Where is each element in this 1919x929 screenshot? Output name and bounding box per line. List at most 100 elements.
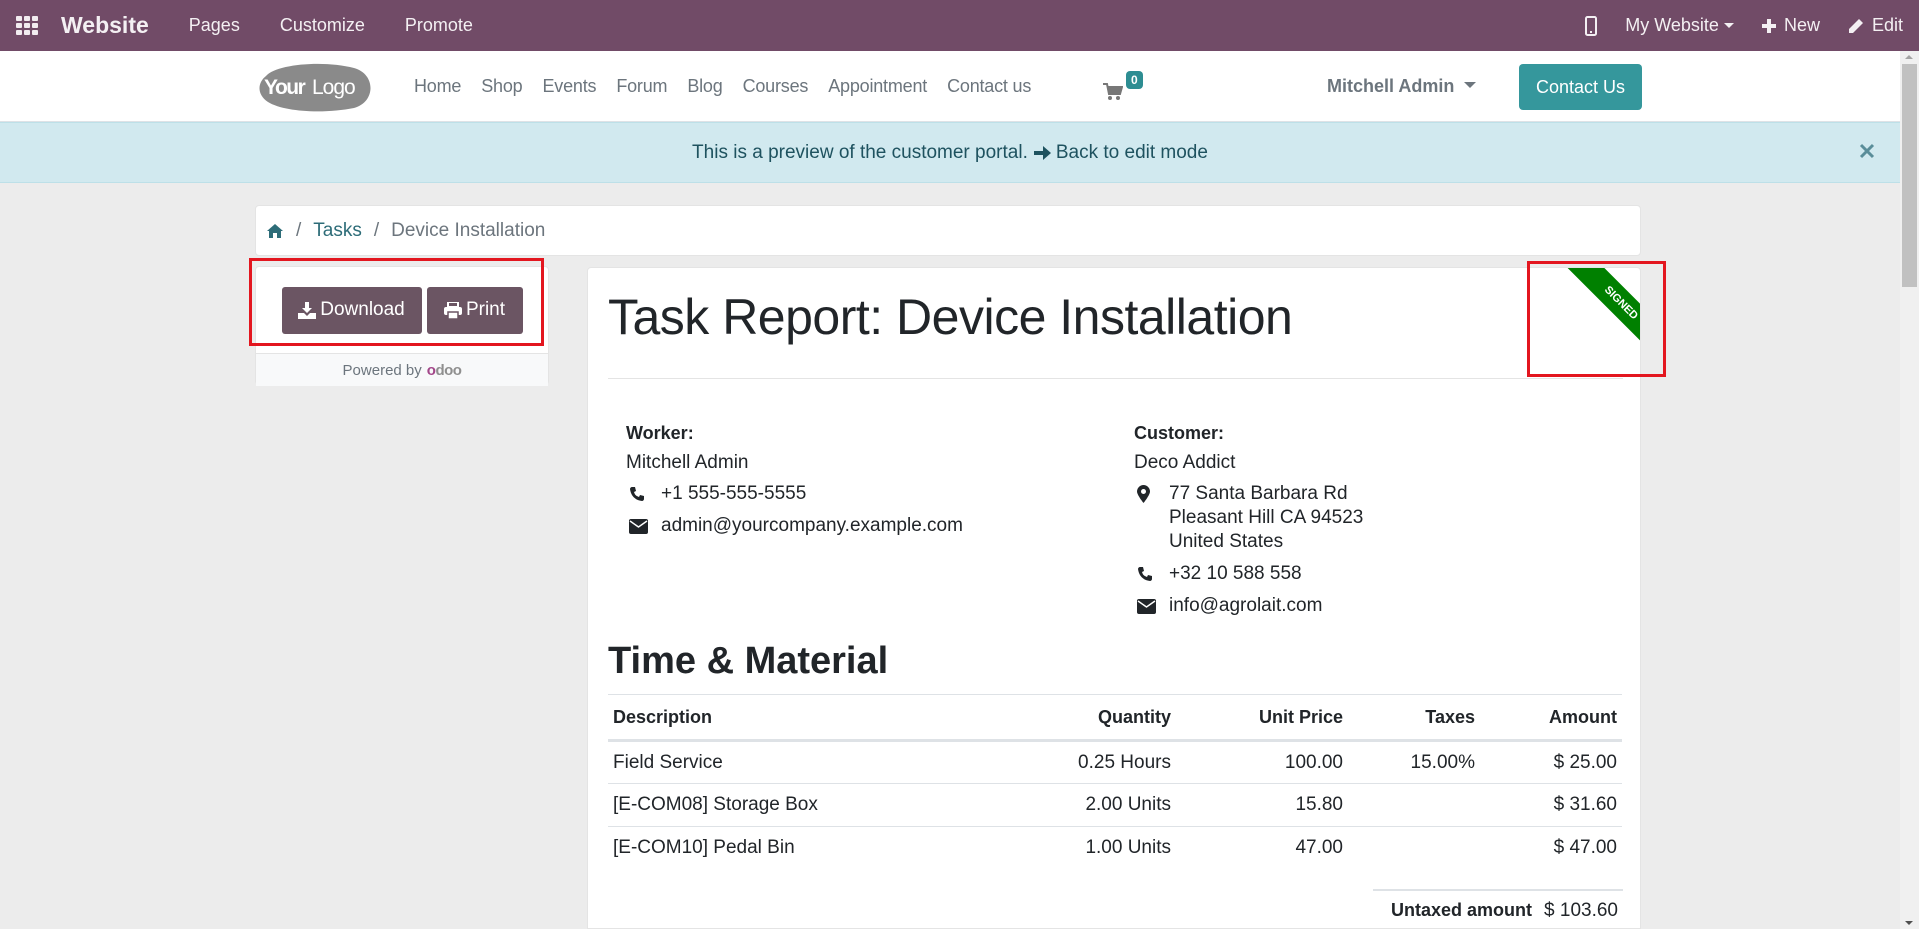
- back-to-edit-link[interactable]: Back to edit mode: [1033, 141, 1208, 164]
- cell-quantity: 1.00 Units: [1085, 837, 1171, 859]
- site-logo[interactable]: Your Logo: [254, 62, 374, 112]
- menu-pages[interactable]: Pages: [189, 15, 240, 36]
- highlight-box-actions: [249, 258, 544, 346]
- cart-button[interactable]: 0: [1100, 69, 1150, 109]
- nav-contact-us[interactable]: Contact us: [947, 76, 1031, 97]
- highlight-box-signed: [1527, 261, 1666, 377]
- col-taxes: Taxes: [1348, 694, 1480, 742]
- customer-info: Customer: Deco Addict 77 Santa Barbara R…: [1134, 423, 1363, 626]
- table-header-row: Description Quantity Unit Price Taxes Am…: [608, 694, 1622, 742]
- report-title: Task Report: Device Installation: [608, 289, 1293, 345]
- nav-home[interactable]: Home: [414, 76, 461, 97]
- website-switcher-label: My Website: [1625, 15, 1719, 35]
- table-row: [E-COM10] Pedal Bin 1.00 Units 47.00 $ 4…: [608, 827, 1622, 870]
- customer-email: info@agrolait.com: [1169, 595, 1323, 616]
- breadcrumb-current: Device Installation: [391, 219, 546, 241]
- customer-address: 77 Santa Barbara Rd Pleasant Hill CA 945…: [1169, 482, 1363, 554]
- cell-unit-price: 15.80: [1176, 783, 1348, 827]
- address-line: Pleasant Hill CA 94523: [1169, 507, 1364, 528]
- pencil-icon: [1848, 18, 1863, 33]
- time-material-table: Description Quantity Unit Price Taxes Am…: [608, 694, 1622, 870]
- user-menu[interactable]: Mitchell Admin: [1327, 51, 1477, 122]
- section-title: Time & Material: [608, 640, 889, 682]
- odoo-logo[interactable]: odoo: [427, 362, 462, 379]
- scrollbar-thumb[interactable]: [1902, 64, 1917, 287]
- website-header: Your Logo Home Shop Events Forum Blog Co…: [0, 51, 1900, 122]
- cell-amount: $ 31.60: [1480, 783, 1622, 827]
- cart-icon: [1103, 83, 1123, 100]
- plus-icon: [1761, 18, 1776, 33]
- address-line: United States: [1169, 531, 1284, 552]
- cell-quantity: 2.00 Units: [1026, 783, 1176, 827]
- worker-info: Worker: Mitchell Admin +1 555-555-5555 a…: [626, 423, 963, 546]
- cell-quantity: 0.25 Hours: [1026, 740, 1176, 784]
- cell-taxes: [1348, 783, 1480, 827]
- admin-topbar: Website Pages Customize Promote My Websi…: [0, 0, 1919, 51]
- menu-customize[interactable]: Customize: [280, 15, 365, 36]
- cell-unit-price: 100.00: [1176, 740, 1348, 784]
- portal-preview-banner: This is a preview of the customer portal…: [0, 122, 1900, 183]
- col-unit-price: Unit Price: [1176, 694, 1348, 742]
- envelope-icon: [629, 518, 648, 534]
- new-button-label: New: [1783, 15, 1820, 35]
- worker-label: Worker:: [626, 423, 694, 443]
- untaxed-label: Untaxed amount: [1391, 900, 1533, 920]
- cell-description: Field Service: [608, 740, 1026, 784]
- arrow-right-icon: [1033, 145, 1051, 160]
- cell-amount: $ 47.00: [1553, 837, 1617, 859]
- col-quantity: Quantity: [1026, 694, 1176, 742]
- nav-forum[interactable]: Forum: [616, 76, 667, 97]
- mobile-icon: [1585, 15, 1598, 36]
- odoo-logo-rest: doo: [435, 361, 462, 379]
- phone-icon: [630, 487, 644, 501]
- caret-down-icon: [1464, 81, 1477, 88]
- envelope-icon: [1137, 598, 1156, 614]
- home-icon[interactable]: [266, 223, 284, 239]
- back-to-edit-label: Back to edit mode: [1055, 141, 1208, 163]
- worker-phone: +1 555-555-5555: [661, 483, 807, 504]
- cell-taxes: [1348, 827, 1480, 870]
- edit-button[interactable]: Edit: [1848, 15, 1903, 36]
- nav-blog[interactable]: Blog: [687, 76, 722, 97]
- phone-icon: [1138, 567, 1152, 581]
- new-button[interactable]: New: [1761, 15, 1820, 36]
- powered-by: Powered by odoo: [256, 353, 548, 386]
- close-banner-button[interactable]: [1857, 141, 1877, 161]
- scroll-down-arrow[interactable]: [1905, 921, 1913, 925]
- mobile-preview-button[interactable]: [1585, 15, 1598, 36]
- cart-count-badge: 0: [1126, 71, 1143, 89]
- website-switcher[interactable]: My Website: [1625, 15, 1734, 36]
- worker-name: Mitchell Admin: [626, 452, 749, 473]
- customer-phone: +32 10 588 558: [1169, 563, 1302, 584]
- breadcrumb-separator: /: [373, 219, 380, 241]
- user-name: Mitchell Admin: [1327, 76, 1455, 96]
- nav-events[interactable]: Events: [542, 76, 596, 97]
- nav-courses[interactable]: Courses: [743, 76, 809, 97]
- cell-taxes: 15.00%: [1348, 740, 1480, 784]
- cell-description: [E-COM10] Pedal Bin: [613, 837, 795, 859]
- app-brand: Website: [61, 12, 149, 38]
- caret-down-icon: [1723, 23, 1734, 28]
- edit-button-label: Edit: [1871, 15, 1903, 35]
- worker-email: admin@yourcompany.example.com: [661, 515, 963, 536]
- apps-menu-icon[interactable]: [16, 16, 46, 35]
- title-divider: [608, 378, 1623, 379]
- logo-text-bold: Your: [264, 76, 306, 99]
- breadcrumb-tasks[interactable]: Tasks: [313, 220, 362, 242]
- logo-text-light: Logo: [312, 76, 355, 99]
- table-row: Field Service 0.25 Hours 100.00 15.00% $…: [608, 740, 1622, 784]
- nav-shop[interactable]: Shop: [481, 76, 522, 97]
- address-line: 77 Santa Barbara Rd: [1169, 483, 1348, 504]
- cell-amount: $ 25.00: [1480, 740, 1622, 784]
- cell-description: [E-COM08] Storage Box: [608, 783, 1026, 827]
- page-scrollbar[interactable]: [1900, 51, 1919, 929]
- cell-unit-price: 47.00: [1295, 837, 1343, 859]
- menu-promote[interactable]: Promote: [405, 15, 473, 36]
- contact-us-button[interactable]: Contact Us: [1519, 64, 1642, 110]
- nav-appointment[interactable]: Appointment: [828, 76, 927, 97]
- task-report-card: Task Report: Device Installation SIGNED …: [587, 267, 1641, 929]
- breadcrumb: / Tasks / Device Installation: [255, 205, 1641, 256]
- scroll-up-arrow[interactable]: [1905, 55, 1913, 59]
- customer-name: Deco Addict: [1134, 452, 1236, 473]
- totals-untaxed: Untaxed amount $ 103.60: [1373, 889, 1623, 922]
